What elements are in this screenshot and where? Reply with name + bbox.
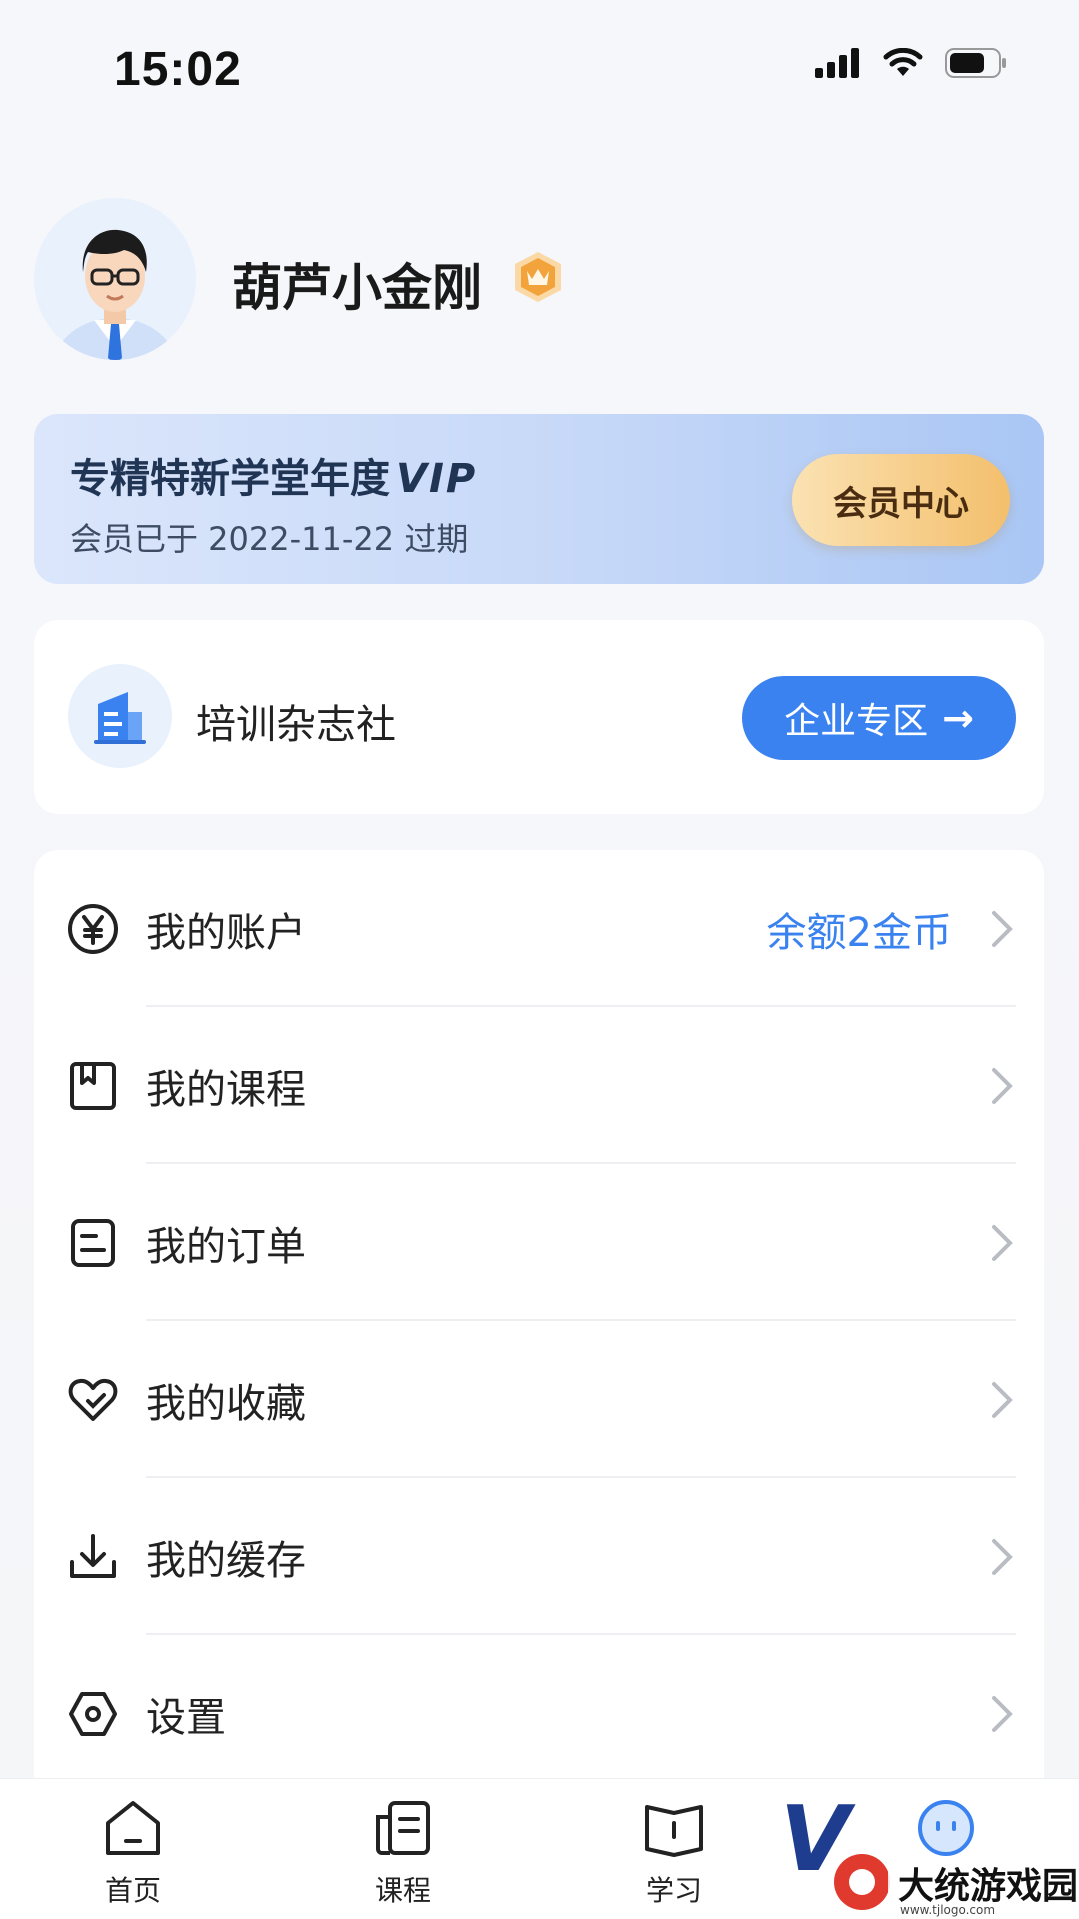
menu-item-label: 我的账户: [146, 909, 306, 956]
username: 葫芦小金刚: [232, 259, 482, 317]
organization-name: 培训杂志社: [196, 702, 396, 748]
chevron-right-icon: [992, 1695, 1013, 1732]
menu-item-courses[interactable]: 我的课程: [34, 1007, 1044, 1164]
watermark-logo: V 大统游戏园 www.tjlogo.com: [780, 1790, 1078, 1917]
tab-label: 课程: [374, 1874, 431, 1907]
battery-icon: [945, 48, 1006, 78]
tab-courses[interactable]: 课程: [333, 1797, 473, 1917]
avatar-illustration: [53, 229, 177, 360]
menu-item-label: 我的课程: [146, 1066, 306, 1113]
menu-item-orders[interactable]: 我的订单: [34, 1164, 1044, 1321]
vip-expiry-text: 会员已于 2022-11-22 过期: [70, 520, 469, 558]
menu-item-label: 我的缓存: [146, 1537, 306, 1584]
enterprise-zone-button[interactable]: 企业专区 →: [742, 676, 1016, 760]
chevron-right-icon: [992, 1538, 1013, 1575]
status-bar: 15:02: [0, 0, 1079, 140]
menu-card: 我的账户 余额2金币 我的课程 我的订单 我的收藏 我的缓存 设置: [34, 850, 1044, 1810]
download-icon: [70, 1533, 116, 1578]
account-balance: 余额2金币: [766, 909, 952, 956]
order-document-icon: [71, 1218, 115, 1267]
watermark-url: www.tjlogo.com: [900, 1903, 995, 1917]
enterprise-zone-label: 企业专区: [784, 701, 929, 742]
menu-item-settings[interactable]: 设置: [34, 1635, 1044, 1792]
settings-hexagon-icon: [69, 1691, 117, 1736]
organization-card: 培训杂志社 企业专区 →: [34, 620, 1044, 814]
menu-item-account[interactable]: 我的账户 余额2金币: [34, 850, 1044, 1007]
cellular-signal-icon: [815, 48, 859, 78]
course-bookmark-icon: [70, 1061, 116, 1110]
status-time: 15:02: [114, 43, 242, 96]
avatar[interactable]: [34, 198, 196, 360]
tab-study[interactable]: 学习: [604, 1797, 744, 1917]
tab-label: 学习: [645, 1874, 702, 1907]
course-icon: [376, 1801, 430, 1855]
building-icon: [94, 692, 146, 744]
vip-title-text: 专精特新学堂年度: [70, 456, 390, 502]
menu-item-label: 我的收藏: [146, 1380, 306, 1427]
book-icon: [645, 1805, 703, 1857]
home-icon: [106, 1801, 160, 1855]
vip-title: 专精特新学堂年度 VIP: [70, 446, 477, 504]
chevron-right-icon: [992, 1067, 1013, 1104]
member-center-button[interactable]: 会员中心: [792, 454, 1010, 546]
yen-icon: [68, 903, 118, 954]
wifi-icon: [883, 48, 923, 76]
vip-card: 专精特新学堂年度 VIP 会员已于 2022-11-22 过期 会员中心: [34, 414, 1044, 584]
menu-item-label: 我的订单: [146, 1223, 306, 1270]
vip-crown-badge-icon: [515, 252, 561, 302]
chevron-right-icon: [992, 910, 1013, 947]
chevron-right-icon: [992, 1381, 1013, 1418]
menu-item-label: 设置: [146, 1694, 226, 1741]
profile-header[interactable]: 葫芦小金刚: [34, 198, 1044, 368]
tab-home[interactable]: 首页: [63, 1797, 203, 1917]
status-icons: [815, 48, 1007, 78]
tab-label: 首页: [104, 1874, 161, 1907]
arrow-right-icon: →: [942, 696, 974, 740]
heart-icon: [68, 1378, 118, 1421]
organization-icon-wrap: [68, 664, 172, 768]
chevron-right-icon: [992, 1224, 1013, 1261]
vip-title-badge: VIP: [396, 456, 478, 502]
menu-item-favorites[interactable]: 我的收藏: [34, 1321, 1044, 1478]
menu-item-downloads[interactable]: 我的缓存: [34, 1478, 1044, 1635]
watermark-text: 大统游戏园: [898, 1866, 1078, 1907]
